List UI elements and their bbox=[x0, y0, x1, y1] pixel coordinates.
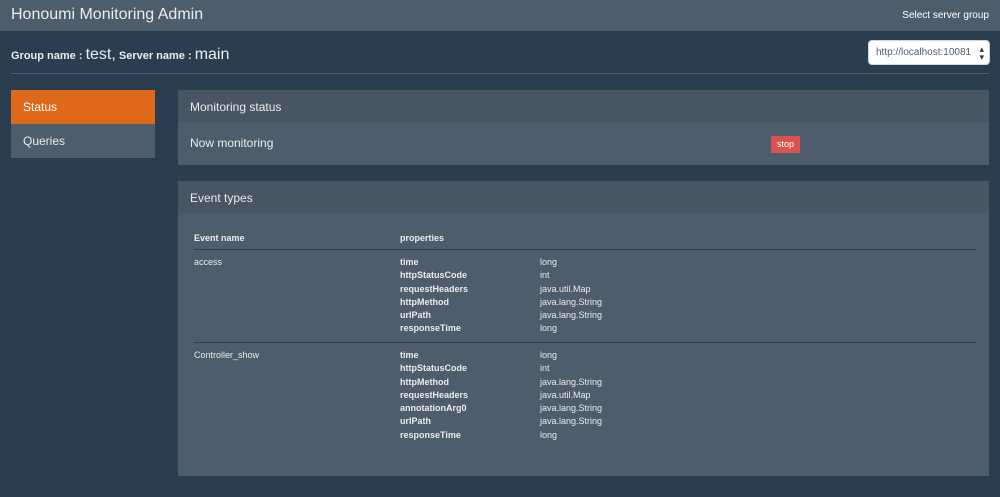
property-name: annotationArg0 bbox=[400, 403, 467, 414]
property-item: requestHeaders java.util.Map bbox=[400, 284, 800, 297]
stop-button[interactable]: stop bbox=[771, 136, 800, 153]
property-name: httpStatusCode bbox=[400, 270, 467, 281]
property-type: java.util.Map bbox=[540, 389, 591, 400]
property-item: httpMethod java.lang.String bbox=[400, 377, 800, 390]
app-title[interactable]: Honoumi Monitoring Admin bbox=[11, 6, 203, 24]
server-select-value: http://localhost:10081 bbox=[876, 47, 972, 58]
property-type: int bbox=[540, 363, 550, 374]
event-types-panel: Event types Event name properties access… bbox=[178, 181, 989, 476]
server-value: main bbox=[194, 46, 230, 63]
property-name: httpMethod bbox=[400, 376, 449, 387]
sidebar: Status Queries bbox=[11, 90, 155, 158]
server-select[interactable]: http://localhost:10081 ▴ ▾ bbox=[868, 40, 990, 65]
property-type: java.lang.String bbox=[540, 416, 603, 427]
property-name: requestHeaders bbox=[400, 389, 469, 400]
event-types-title: Event types bbox=[178, 181, 989, 213]
property-item: annotationArg0 java.lang.String bbox=[400, 403, 800, 416]
property-type: java.util.Map bbox=[540, 283, 591, 294]
property-item: time long bbox=[400, 350, 800, 363]
server-label: Server name : bbox=[118, 50, 195, 62]
property-item: requestHeaders java.util.Map bbox=[400, 390, 800, 403]
column-header-event-name: Event name bbox=[194, 233, 245, 243]
property-name: responseTime bbox=[400, 323, 461, 334]
property-type: long bbox=[540, 257, 558, 267]
event-properties: time long httpStatusCode int httpMethod jav… bbox=[400, 350, 800, 443]
event-name: Controller_show bbox=[194, 350, 260, 360]
property-item: urlPath java.lang.String bbox=[400, 310, 800, 323]
comma-separator: , bbox=[111, 46, 116, 63]
event-properties: time long httpStatusCode int requestHeader… bbox=[400, 257, 800, 337]
property-item: httpMethod java.lang.String bbox=[400, 297, 800, 310]
property-name: responseTime bbox=[400, 429, 461, 440]
property-name: urlPath bbox=[400, 310, 432, 321]
select-server-group-link[interactable]: Select server group bbox=[902, 10, 989, 21]
property-item: urlPath java.lang.String bbox=[400, 416, 800, 429]
group-label: Group name : bbox=[11, 50, 86, 62]
property-type: int bbox=[540, 270, 550, 281]
monitoring-status-text: Now monitoring bbox=[190, 136, 274, 150]
property-name: httpStatusCode bbox=[400, 363, 467, 374]
property-type: long bbox=[540, 323, 558, 334]
property-type: java.lang.String bbox=[540, 376, 603, 387]
monitoring-status-body: Now monitoring bbox=[178, 122, 989, 165]
select-updown-icon: ▴ ▾ bbox=[979, 44, 984, 62]
property-type: long bbox=[540, 350, 558, 360]
event-name: access bbox=[194, 257, 223, 267]
property-type: java.lang.String bbox=[540, 296, 603, 307]
property-item: httpStatusCode int bbox=[400, 363, 800, 376]
property-item: time long bbox=[400, 257, 800, 270]
property-item: httpStatusCode int bbox=[400, 270, 800, 283]
sidebar-item-status[interactable]: Status bbox=[11, 90, 155, 124]
property-type: java.lang.String bbox=[540, 403, 603, 414]
event-table-header: Event name properties bbox=[194, 233, 976, 250]
monitoring-status-panel: Monitoring status Now monitoring bbox=[178, 90, 989, 165]
monitoring-status-title: Monitoring status bbox=[178, 90, 989, 122]
sidebar-item-queries[interactable]: Queries bbox=[11, 124, 155, 158]
property-name: httpMethod bbox=[400, 296, 449, 307]
property-name: requestHeaders bbox=[400, 283, 469, 294]
event-row: Controller_show time long httpStatusCode i… bbox=[194, 350, 976, 450]
property-item: responseTime long bbox=[400, 323, 800, 336]
group-server-info: Group name : test, Server name : main bbox=[11, 46, 229, 64]
event-row: access time long httpStatusCode int reques… bbox=[194, 257, 976, 343]
property-item: responseTime long bbox=[400, 430, 800, 443]
column-header-properties: properties bbox=[400, 233, 445, 243]
property-type: java.lang.String bbox=[540, 310, 603, 321]
navbar: Honoumi Monitoring Admin Select server g… bbox=[0, 0, 1000, 31]
property-name: urlPath bbox=[400, 416, 432, 427]
property-type: long bbox=[540, 429, 558, 440]
group-value: test bbox=[85, 46, 112, 63]
divider bbox=[11, 73, 989, 74]
property-name: time bbox=[400, 350, 419, 360]
property-name: time bbox=[400, 257, 419, 267]
